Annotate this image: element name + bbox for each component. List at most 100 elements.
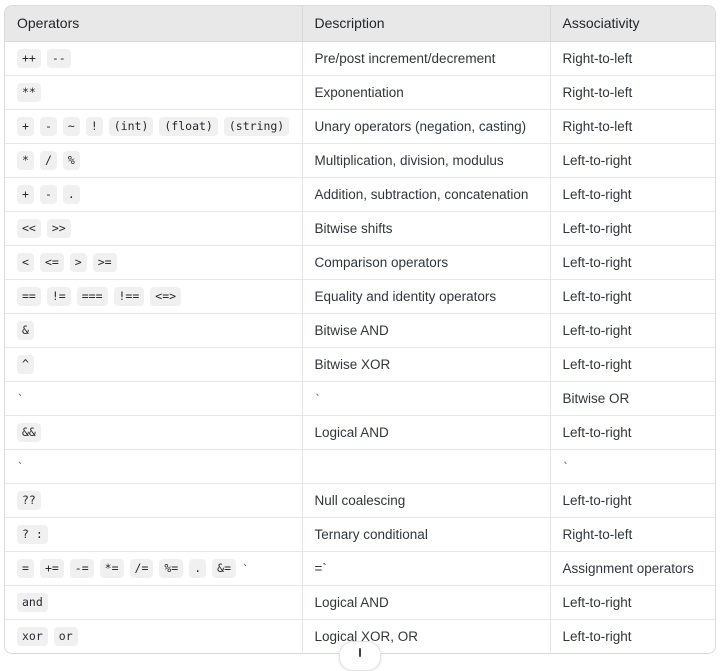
table-row: ^ Bitwise XOR Left-to-right <box>5 347 715 382</box>
operator-chip: ** <box>17 82 41 103</box>
cell-associativity: Left-to-right <box>550 415 715 450</box>
operator-chip: * <box>17 150 34 171</box>
description-text: Addition, subtraction, concatenation <box>314 187 529 202</box>
cell-operators: ` <box>5 449 303 484</box>
cell-associativity: Left-to-right <box>550 177 715 212</box>
operator-chip: (float) <box>159 116 218 137</box>
operator-chip-group: ? : <box>17 518 290 551</box>
cell-associativity: Bitwise OR <box>550 381 715 416</box>
cell-description: Bitwise shifts <box>302 211 551 246</box>
operator-chip-group: = += -= *=/= %=. &= ` <box>17 552 290 585</box>
operator-chip-group: == != === !== <=> <box>17 280 290 313</box>
associativity-text: Left-to-right <box>562 187 632 202</box>
cell-description: Logical AND <box>302 415 551 450</box>
description-text: Ternary conditional <box>314 527 428 542</box>
operator-chip: . <box>62 184 80 205</box>
table-row: ? : Ternary conditional Right-to-left <box>5 517 715 552</box>
associativity-text: Right-to-left <box>562 527 633 542</box>
table-row: and Logical AND Left-to-right <box>5 585 715 620</box>
operator-chip: + <box>17 184 34 205</box>
associativity-text: Left-to-right <box>562 255 632 270</box>
table-row: ` ` Bitwise OR <box>5 381 715 416</box>
description-text: Bitwise XOR <box>314 357 391 372</box>
cell-associativity: Left-to-right <box>550 313 715 348</box>
operator-chip: ?? <box>17 490 41 511</box>
operator-chip-group: + -. <box>17 178 290 211</box>
operator-chip-group: & <box>17 314 290 347</box>
operator-chip: ! <box>85 116 103 137</box>
cell-associativity: Left-to-right <box>550 245 715 280</box>
cell-associativity: Left-to-right <box>550 585 715 620</box>
cell-associativity: Right-to-left <box>550 517 715 552</box>
cell-operators: < <= > >= <box>5 245 303 280</box>
description-text: Bitwise shifts <box>314 221 393 236</box>
description-text: Bitwise AND <box>314 323 389 338</box>
cell-associativity: Left-to-right <box>550 347 715 382</box>
cell-description: Null coalescing <box>302 483 551 518</box>
operator-chip: -= <box>69 558 94 579</box>
operator-chip: (int) <box>108 116 154 137</box>
description-text: =` <box>314 561 327 576</box>
description-text: Null coalescing <box>314 493 406 508</box>
description-text: Logical AND <box>314 425 389 440</box>
operator-chip: /= <box>129 558 154 579</box>
operator-chip: and <box>17 592 48 613</box>
cell-associativity: Left-to-right <box>550 211 715 246</box>
operator-chip: -- <box>46 48 71 69</box>
associativity-text: Assignment operators <box>562 561 694 576</box>
operator-bare-text: ` <box>17 391 24 406</box>
operator-chip-group: * /% <box>17 144 290 177</box>
cell-operators: ? : <box>5 517 303 552</box>
operator-chip: xor <box>17 626 48 647</box>
operator-chip: *= <box>99 558 124 579</box>
operator-chip-group: ` <box>17 450 290 483</box>
operator-chip: == <box>17 286 41 307</box>
operator-chip-group: << >> <box>17 212 290 245</box>
operator-chip: > <box>69 252 87 273</box>
cell-operators: * /% <box>5 143 303 178</box>
operator-chip: % <box>62 150 80 171</box>
operator-bare-text: ` <box>17 459 24 474</box>
table-row: << >> Bitwise shifts Left-to-right <box>5 211 715 246</box>
cell-operators: ** <box>5 75 303 110</box>
operator-chip-group: xor or <box>17 620 290 653</box>
cell-description: Logical AND <box>302 585 551 620</box>
column-header-description: Description <box>302 6 551 42</box>
associativity-text: Left-to-right <box>562 221 632 236</box>
table-row: && Logical AND Left-to-right <box>5 415 715 450</box>
table-row: * /% Multiplication, division, modulus Left… <box>5 143 715 178</box>
cell-operators: ?? <box>5 483 303 518</box>
cell-associativity: Left-to-right <box>550 620 715 654</box>
cell-description <box>302 449 551 484</box>
cell-description: Exponentiation <box>302 75 551 110</box>
description-text: Exponentiation <box>314 85 404 100</box>
operator-chip: ++ <box>17 48 41 69</box>
operator-chip: &= <box>212 558 237 579</box>
cell-associativity: Left-to-right <box>550 143 715 178</box>
cell-description: ` <box>302 381 551 416</box>
operator-chip: ~ <box>62 116 80 137</box>
cell-description: Comparison operators <box>302 245 551 280</box>
table-row: ` ` <box>5 449 715 484</box>
operator-chip-group: ` <box>17 382 290 415</box>
description-text: Comparison operators <box>314 255 449 270</box>
operator-chip: - <box>39 116 57 137</box>
operator-chip: >> <box>46 218 71 239</box>
table-row: ** Exponentiation Right-to-left <box>5 75 715 110</box>
operator-chip: < <box>17 252 34 273</box>
cell-operators: << >> <box>5 211 303 246</box>
operator-chip: << <box>17 218 41 239</box>
operator-chip: %= <box>159 558 184 579</box>
cell-associativity: Assignment operators <box>550 551 715 586</box>
associativity-text: Left-to-right <box>562 289 632 304</box>
cell-associativity: ` <box>550 449 715 484</box>
scroll-indicator-pill[interactable] <box>339 641 381 671</box>
table-header: Operators Description Associativity <box>5 6 715 42</box>
cell-associativity: Right-to-left <box>550 109 715 144</box>
operator-chip: ^ <box>17 354 34 375</box>
cell-description: Multiplication, division, modulus <box>302 143 551 178</box>
cell-operators: & <box>5 313 303 348</box>
operator-chip-group: and <box>17 586 290 619</box>
operator-chip: or <box>53 626 78 647</box>
cell-associativity: Right-to-left <box>550 41 715 76</box>
